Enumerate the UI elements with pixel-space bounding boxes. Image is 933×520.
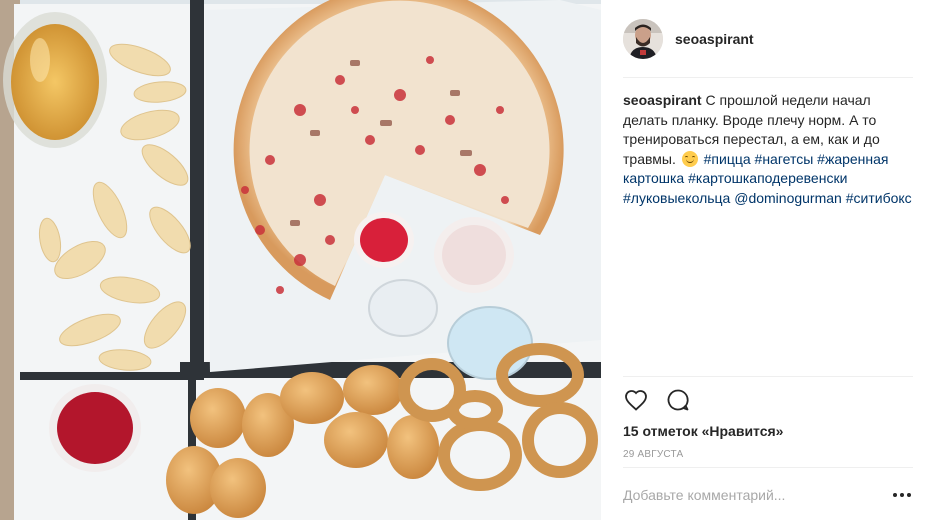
comment-divider bbox=[623, 467, 913, 468]
food-photo-illustration bbox=[0, 0, 601, 520]
hashtag-link[interactable]: #луковыекольца bbox=[623, 190, 730, 206]
hashtag-link[interactable]: #картошкаподеревенски bbox=[688, 170, 847, 186]
hashtag-link[interactable]: #ситибокс bbox=[846, 190, 912, 206]
actions-divider bbox=[623, 376, 913, 377]
more-options-icon bbox=[893, 493, 897, 497]
post-date[interactable]: 29 августа bbox=[623, 449, 683, 460]
post-actions bbox=[623, 387, 691, 413]
comment-button[interactable] bbox=[665, 387, 691, 413]
like-button[interactable] bbox=[623, 387, 649, 413]
heart-icon bbox=[625, 390, 647, 411]
post-side-panel: seoaspirant seoaspirant С прошлой недели… bbox=[601, 0, 933, 520]
post-header: seoaspirant bbox=[623, 16, 913, 62]
author-username[interactable]: seoaspirant bbox=[675, 31, 754, 47]
post-caption: seoaspirant С прошлой недели начал делат… bbox=[623, 91, 913, 208]
post-photo[interactable] bbox=[0, 0, 601, 520]
comment-input[interactable] bbox=[623, 484, 883, 506]
mention-link[interactable]: @dominogurman bbox=[734, 190, 842, 206]
smiling-face-emoji-icon bbox=[681, 150, 698, 167]
header-divider bbox=[623, 77, 913, 78]
more-options-icon-dot bbox=[907, 493, 911, 497]
avatar-photo-icon bbox=[623, 19, 663, 59]
hashtag-link[interactable]: #нагетсы bbox=[755, 151, 814, 167]
hashtag-link[interactable]: #пицца bbox=[704, 151, 751, 167]
author-avatar[interactable] bbox=[623, 19, 663, 59]
caption-username[interactable]: seoaspirant bbox=[623, 92, 702, 108]
more-options-icon-dot bbox=[900, 493, 904, 497]
more-options-button[interactable] bbox=[891, 486, 913, 504]
comment-icon bbox=[667, 389, 689, 411]
likes-count[interactable]: 15 отметок «Нравится» bbox=[623, 423, 783, 439]
